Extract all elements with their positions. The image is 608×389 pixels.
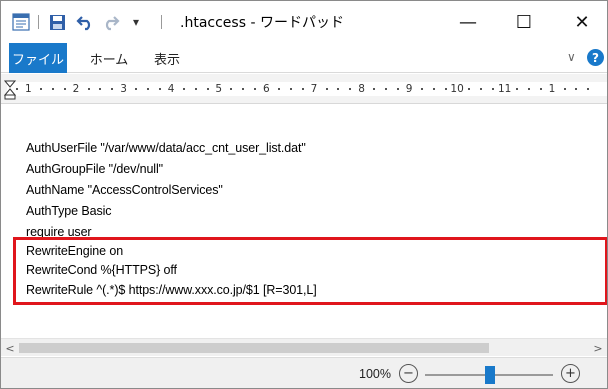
ruler-number: 6 — [263, 83, 270, 95]
ruler-tick — [230, 88, 233, 90]
close-button[interactable]: ✕ — [559, 1, 605, 43]
highlight-annotation-box — [13, 237, 607, 305]
ruler-tick — [277, 88, 280, 90]
ruler-tick — [99, 88, 102, 90]
title-separator — [161, 15, 162, 29]
minimize-button[interactable]: — — [445, 1, 491, 43]
ruler-tick — [135, 88, 138, 90]
document-area[interactable]: AuthUserFile "/var/www/data/acc_cnt_user… — [1, 105, 607, 338]
ruler-number: 11 — [498, 83, 512, 95]
title-bar[interactable]: ▾ .htaccess - ワードパッド — ☐ ✕ — [1, 1, 607, 43]
undo-icon[interactable] — [75, 12, 95, 32]
ruler-number: 7 — [310, 83, 318, 95]
ruler-tick — [158, 88, 161, 90]
document-line[interactable]: AuthGroupFile "/dev/null" — [26, 162, 163, 176]
zoom-in-button[interactable]: + — [561, 364, 580, 383]
ruler-tick — [444, 88, 447, 90]
scroll-left-arrow[interactable]: < — [1, 339, 19, 357]
zoom-slider-thumb[interactable] — [485, 366, 495, 384]
ruler-tick — [16, 88, 19, 90]
document-line[interactable]: AuthType Basic — [26, 204, 112, 218]
ruler-tick — [63, 88, 66, 90]
window-title: .htaccess - ワードパッド — [180, 15, 344, 31]
ruler-tick — [396, 88, 399, 90]
ruler-number: 2 — [72, 83, 80, 95]
help-icon[interactable]: ? — [587, 49, 604, 66]
maximize-button[interactable]: ☐ — [501, 1, 547, 43]
ruler-tick — [527, 88, 530, 90]
ruler-tick — [480, 88, 483, 90]
tab-file[interactable]: ファイル — [9, 43, 67, 73]
indent-marker-icon[interactable] — [4, 80, 16, 100]
ruler-tick — [111, 88, 114, 90]
zoom-level: 100% — [359, 367, 391, 381]
document-line[interactable]: AuthUserFile "/var/www/data/acc_cnt_user… — [26, 141, 306, 155]
tab-view[interactable]: 表示 — [147, 43, 187, 73]
ruler-tick — [587, 88, 590, 90]
ruler-tick — [575, 88, 578, 90]
ruler-number: 4 — [167, 83, 175, 95]
save-icon[interactable] — [47, 12, 67, 32]
ruler-tick — [337, 88, 340, 90]
ruler-tick — [349, 88, 352, 90]
scrollbar-thumb[interactable] — [19, 343, 489, 353]
redo-icon[interactable] — [101, 12, 121, 32]
ruler-number: 10 — [450, 83, 464, 95]
ruler-tick — [301, 88, 304, 90]
quick-access-dropdown-icon[interactable]: ▾ — [126, 12, 146, 32]
status-bar: 100% − + — [1, 357, 607, 388]
ruler-tick — [468, 88, 471, 90]
ruler[interactable]: 1 2 3 4 5 6 7 8 9 10 11 1 — [1, 74, 607, 104]
wordpad-app-icon[interactable] — [11, 12, 31, 32]
ruler-number: 5 — [215, 83, 223, 95]
ruler-tick — [563, 88, 566, 90]
ruler-number: 9 — [405, 83, 413, 95]
document-line[interactable]: AuthName "AccessControlServices" — [26, 183, 223, 197]
ruler-tick — [206, 88, 209, 90]
ribbon-tab-row: ファイル ホーム 表示 ∨ ? — [1, 43, 607, 73]
ruler-tick — [420, 88, 423, 90]
ruler-tick — [87, 88, 90, 90]
ruler-tick — [385, 88, 387, 90]
ruler-tick — [39, 88, 42, 90]
collapse-ribbon-icon[interactable]: ∨ — [567, 50, 576, 64]
ruler-tick — [539, 88, 542, 90]
ruler-number: 8 — [358, 83, 365, 95]
quick-access-separator — [38, 15, 39, 29]
ruler-tick — [492, 88, 495, 90]
ruler-tick — [194, 88, 197, 90]
ruler-number: 1 — [25, 83, 32, 95]
tab-home[interactable]: ホーム — [85, 43, 133, 73]
ruler-tick — [515, 88, 518, 90]
ruler-tick — [254, 88, 257, 90]
ruler-tick — [432, 88, 435, 90]
ruler-tick — [147, 88, 149, 90]
ruler-tick — [325, 88, 328, 90]
zoom-out-button[interactable]: − — [399, 364, 418, 383]
ruler-number: 1 — [548, 83, 556, 95]
ruler-tick — [51, 88, 54, 90]
wordpad-window: ▾ .htaccess - ワードパッド — ☐ ✕ ファイル ホーム 表示 ∨… — [0, 0, 608, 389]
ruler-tick — [373, 88, 376, 90]
horizontal-scrollbar[interactable]: < > — [1, 338, 607, 356]
ruler-tick — [289, 88, 292, 90]
ruler-number: 3 — [120, 83, 127, 95]
scroll-right-arrow[interactable]: > — [589, 339, 607, 357]
ruler-tick — [242, 88, 245, 90]
ruler-tick — [182, 88, 185, 90]
